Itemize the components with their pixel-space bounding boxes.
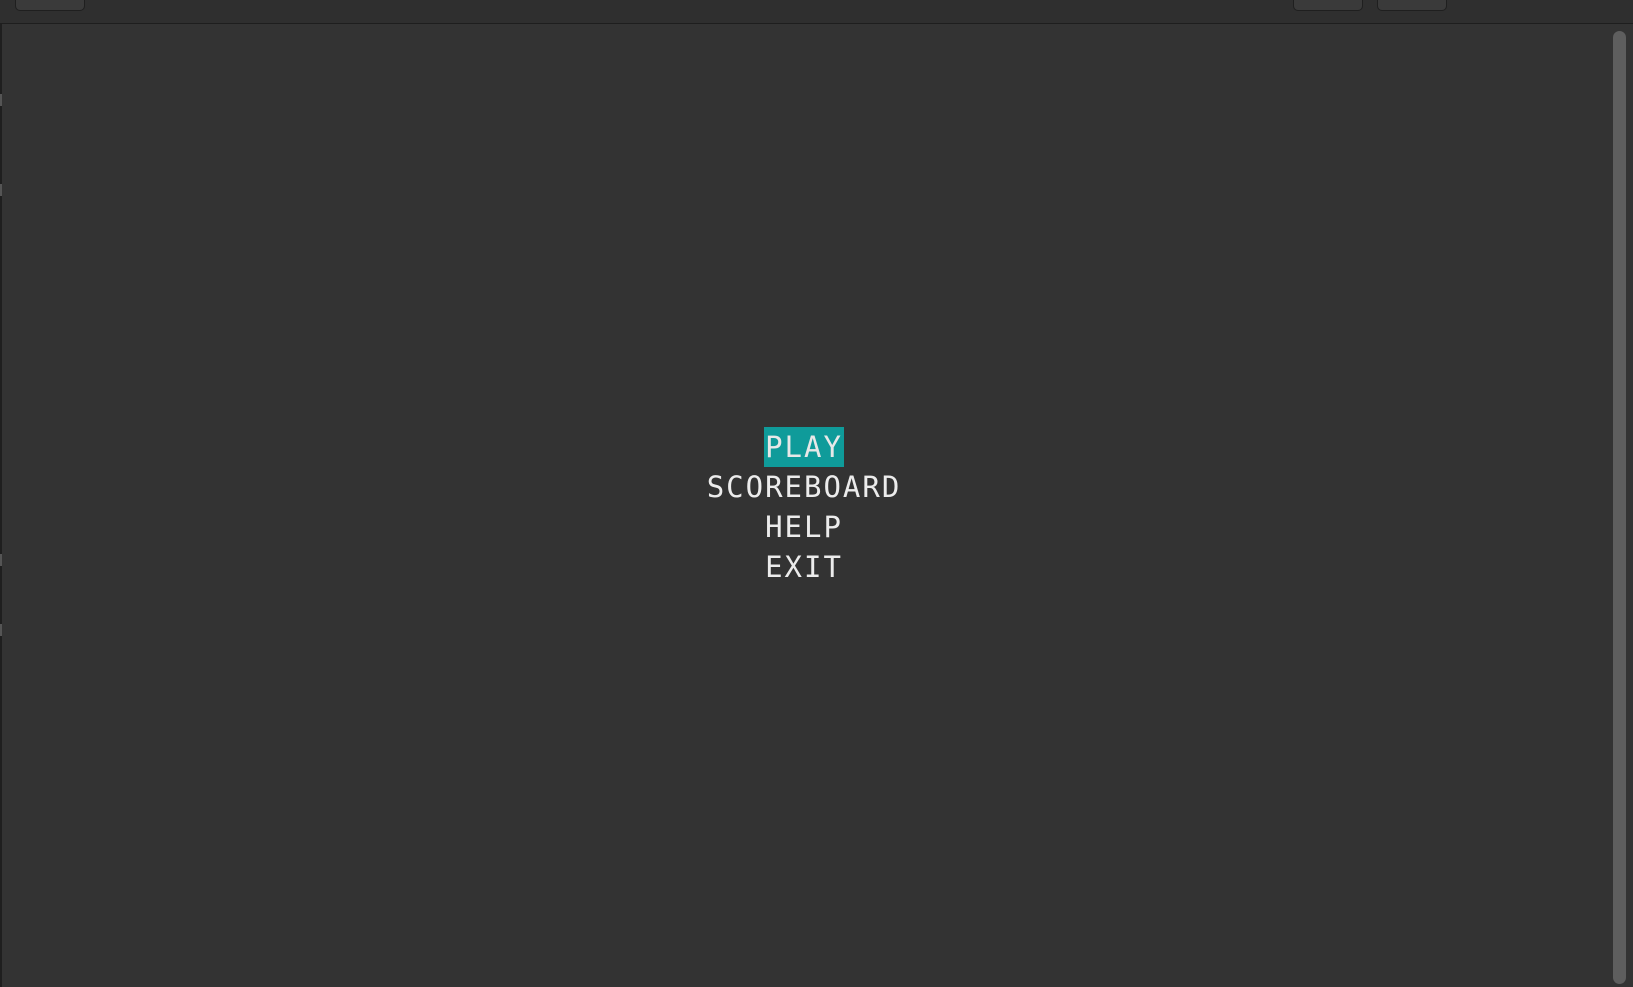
menu-item-help[interactable]: HELP	[764, 507, 844, 547]
scrollbar-thumb[interactable]	[1613, 31, 1626, 984]
terminal-window: PLAY SCOREBOARD HELP EXIT	[0, 0, 1633, 987]
menu-item-exit[interactable]: EXIT	[764, 547, 844, 587]
menu-item-play[interactable]: PLAY	[764, 427, 844, 467]
game-main-menu: PLAY SCOREBOARD HELP EXIT	[0, 427, 1608, 587]
menu-item-scoreboard[interactable]: SCOREBOARD	[706, 467, 903, 507]
title-bar	[0, 0, 1633, 24]
titlebar-right-button-1[interactable]	[1293, 0, 1363, 11]
titlebar-right-button-2[interactable]	[1377, 0, 1447, 11]
titlebar-left-button[interactable]	[15, 0, 85, 11]
